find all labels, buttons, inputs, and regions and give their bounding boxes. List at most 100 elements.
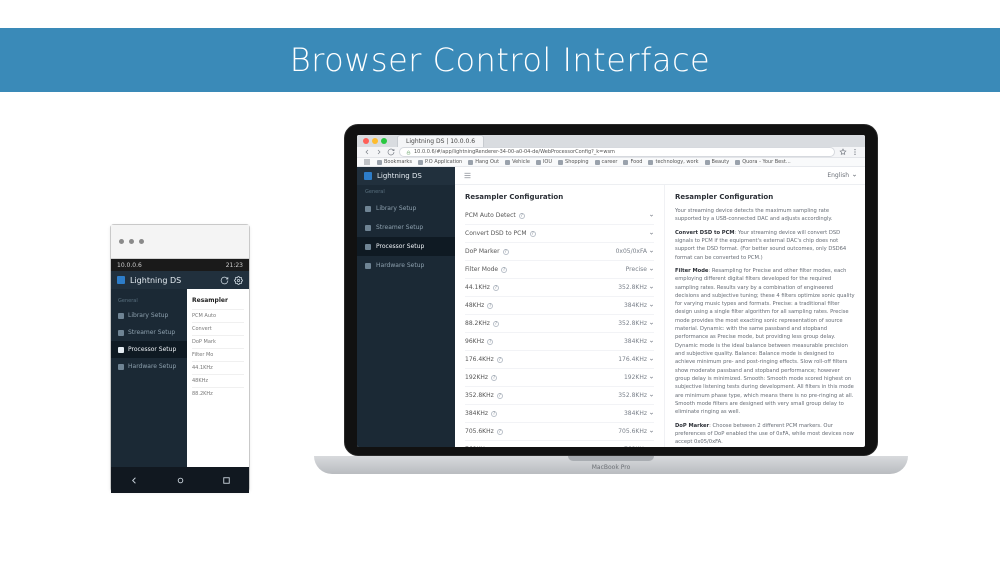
setting-label: 352.8KHz [465, 392, 494, 399]
setting-row[interactable]: 88.2KHz?352.8KHz [465, 314, 654, 332]
list-item[interactable]: Convert [192, 322, 244, 335]
setting-row[interactable]: PCM Auto Detect? [465, 207, 654, 224]
setting-row[interactable]: 768KHz?768KHz [465, 440, 654, 447]
recents-icon[interactable] [221, 475, 232, 486]
phone-content[interactable]: Resampler PCM Auto Convert DoP Mark Filt… [187, 289, 249, 467]
chevron-down-icon [649, 429, 654, 434]
sidebar-item-streamer[interactable]: Streamer Setup [111, 324, 187, 341]
hamburger-icon[interactable] [463, 171, 472, 180]
bookmark-item[interactable]: Quora - Your Best… [735, 159, 791, 165]
gear-icon[interactable] [234, 276, 243, 285]
setting-row[interactable]: Convert DSD to PCM? [465, 224, 654, 242]
setting-label: PCM Auto Detect [465, 212, 516, 219]
list-item[interactable]: 44.1KHz [192, 361, 244, 374]
setting-value: Precise [626, 266, 654, 273]
close-window-icon[interactable] [363, 138, 369, 144]
star-icon[interactable] [839, 148, 847, 156]
sidebar-item-streamer[interactable]: Streamer Setup [357, 218, 455, 237]
laptop-brand: MacBook Pro [592, 464, 631, 471]
bookmark-item[interactable]: P.O Application [418, 159, 462, 165]
phone-speaker-row [111, 225, 249, 259]
bookmark-item[interactable]: career [595, 159, 618, 165]
setting-row[interactable]: 192KHz?192KHz [465, 368, 654, 386]
setting-row[interactable]: 384KHz?384KHz [465, 404, 654, 422]
list-item[interactable]: 48KHz [192, 374, 244, 387]
phone-app-bar: Lightning DS [111, 271, 249, 289]
apps-icon[interactable] [363, 158, 371, 166]
help-icon[interactable]: ? [503, 249, 509, 255]
setting-row[interactable]: 705.6KHz?705.6KHz [465, 422, 654, 440]
help-icon[interactable]: ? [501, 267, 507, 273]
sidebar-item-hardware[interactable]: Hardware Setup [357, 256, 455, 275]
setting-row[interactable]: 176.4KHz?176.4KHz [465, 350, 654, 368]
library-icon [118, 313, 124, 319]
list-item[interactable]: 88.2KHz [192, 387, 244, 400]
setting-label: 176.4KHz [465, 356, 494, 363]
app-name: Lightning DS [377, 172, 422, 180]
bookmark-item[interactable]: Bookmarks [377, 159, 412, 165]
help-icon[interactable]: ? [497, 429, 503, 435]
help-icon[interactable]: ? [530, 231, 536, 237]
help-icon[interactable]: ? [491, 411, 497, 417]
sidebar-item-library[interactable]: Library Setup [111, 307, 187, 324]
forward-icon[interactable] [375, 148, 383, 156]
back-icon[interactable] [129, 475, 140, 486]
setting-label: DoP Marker [465, 248, 500, 255]
sidebar-item-library[interactable]: Library Setup [357, 199, 455, 218]
browser-tab[interactable]: Lightning DS | 10.0.0.6 [397, 135, 484, 147]
help-icon[interactable]: ? [493, 321, 499, 327]
setting-row[interactable]: 48KHz?384KHz [465, 296, 654, 314]
minimize-window-icon[interactable] [372, 138, 378, 144]
help-icon[interactable]: ? [487, 303, 493, 309]
help-icon[interactable]: ? [487, 339, 493, 345]
reload-icon[interactable] [387, 148, 395, 156]
setting-label: 44.1KHz [465, 284, 490, 291]
setting-value: 192KHz [624, 374, 654, 381]
chevron-down-icon [649, 231, 654, 236]
phone-status-right: 21:23 [226, 262, 243, 269]
list-item[interactable]: PCM Auto [192, 309, 244, 322]
back-icon[interactable] [363, 148, 371, 156]
app-root: Lightning DS General Library Setup Strea… [357, 167, 865, 447]
android-nav-bar [111, 467, 249, 493]
help-icon[interactable]: ? [497, 357, 503, 363]
setting-value: 0x05/0xFA [616, 248, 654, 255]
sidebar-item-processor[interactable]: Processor Setup [111, 341, 187, 358]
list-item[interactable]: DoP Mark [192, 335, 244, 348]
help-icon[interactable]: ? [497, 393, 503, 399]
bookmark-item[interactable]: technology, work [648, 159, 698, 165]
setting-label: 384KHz [465, 410, 488, 417]
help-icon[interactable]: ? [493, 285, 499, 291]
address-text: 10.0.0.6/#/app/lightningRenderer-34-00-a… [414, 149, 615, 155]
laptop-screen: Lightning DS | 10.0.0.6 10.0.0.6/#/app/l… [357, 135, 865, 447]
setting-row[interactable]: Filter Mode?Precise [465, 260, 654, 278]
bookmark-item[interactable]: Food [623, 159, 642, 165]
home-icon[interactable] [175, 475, 186, 486]
bookmark-item[interactable]: Beauty [705, 159, 730, 165]
sidebar-item-hardware[interactable]: Hardware Setup [111, 358, 187, 375]
chevron-down-icon [649, 411, 654, 416]
sidebar: Lightning DS General Library Setup Strea… [357, 167, 455, 447]
address-bar[interactable]: 10.0.0.6/#/app/lightningRenderer-34-00-a… [399, 147, 835, 157]
list-item[interactable]: Filter Mo [192, 348, 244, 361]
setting-row[interactable]: 352.8KHz?352.8KHz [465, 386, 654, 404]
language-selector[interactable]: English [827, 172, 857, 179]
bookmark-item[interactable]: Hang Out [468, 159, 499, 165]
refresh-icon[interactable] [220, 276, 229, 285]
sidebar-item-processor[interactable]: Processor Setup [357, 237, 455, 256]
bookmark-item[interactable]: IOU [536, 159, 552, 165]
setting-row[interactable]: 44.1KHz?352.8KHz [465, 278, 654, 296]
bookmark-item[interactable]: Shopping [558, 159, 588, 165]
zoom-window-icon[interactable] [381, 138, 387, 144]
setting-row[interactable]: DoP Marker? 0x05/0xFA [465, 242, 654, 260]
laptop-mockup: Lightning DS | 10.0.0.6 10.0.0.6/#/app/l… [344, 124, 878, 474]
help-icon[interactable]: ? [491, 447, 497, 448]
phone-sidebar: General Library Setup Streamer Setup Pro… [111, 289, 187, 467]
bookmark-item[interactable]: Vehicle [505, 159, 530, 165]
setting-row[interactable]: 96KHz?384KHz [465, 332, 654, 350]
help-icon[interactable]: ? [519, 213, 525, 219]
help-icon[interactable]: ? [491, 375, 497, 381]
menu-icon[interactable] [851, 148, 859, 156]
content-columns: Resampler Configuration PCM Auto Detect?… [455, 185, 865, 447]
setting-value [649, 213, 654, 218]
